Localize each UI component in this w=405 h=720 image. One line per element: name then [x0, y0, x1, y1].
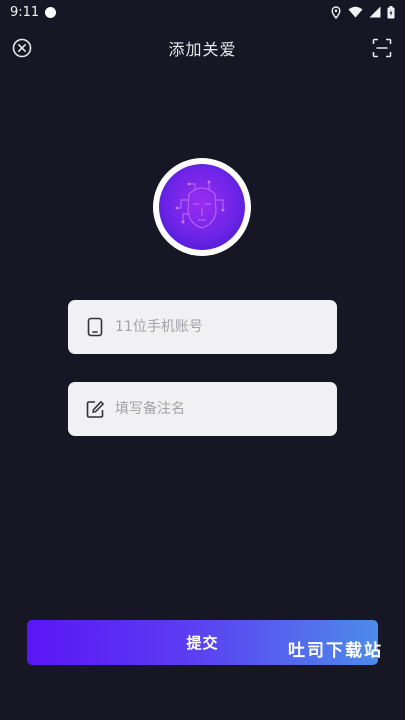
battery-icon [387, 5, 395, 19]
watermark-text: 吐司下载站 [288, 641, 383, 661]
page-title: 添加关爱 [168, 40, 237, 59]
status-bar: 9:11 [0, 0, 405, 24]
status-right [330, 5, 395, 19]
close-button[interactable] [11, 37, 33, 59]
status-time: 9:11 [10, 4, 40, 20]
remark-field[interactable] [68, 382, 337, 436]
title-bar: 添加关爱 [0, 30, 405, 66]
signal-icon [369, 6, 381, 18]
scan-button[interactable] [371, 37, 393, 59]
close-icon [12, 38, 32, 58]
robot-face-icon [175, 180, 225, 229]
notification-dot-icon [45, 6, 57, 18]
remark-input[interactable] [113, 400, 327, 418]
wifi-icon [348, 6, 363, 18]
edit-icon [85, 399, 105, 419]
avatar [159, 164, 245, 250]
submit-label: 提交 [186, 634, 219, 652]
phone-field[interactable] [68, 300, 337, 354]
scan-icon [372, 38, 392, 58]
avatar-ring[interactable] [153, 158, 251, 256]
status-left: 9:11 [10, 4, 57, 20]
location-icon [330, 5, 342, 19]
phone-icon [85, 317, 105, 337]
phone-input[interactable] [113, 318, 327, 336]
